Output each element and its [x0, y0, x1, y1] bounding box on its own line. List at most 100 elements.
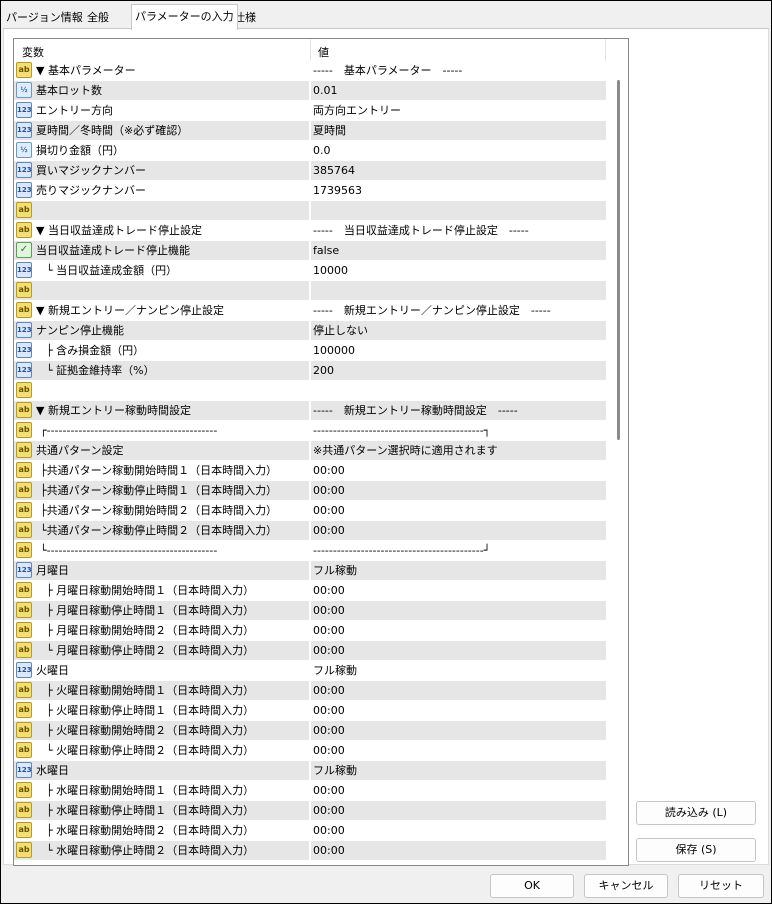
- parameter-row[interactable]: ab ├共通パターン稼動停止時間１（日本時間入力） 00:00: [14, 481, 606, 501]
- parameter-row[interactable]: 123 売りマジックナンバー 1739563: [14, 181, 606, 201]
- parameter-row[interactable]: 123 夏時間／冬時間（※必ず確認） 夏時間: [14, 121, 606, 141]
- parameter-name-cell[interactable]: 123 ナンピン停止機能: [14, 321, 309, 340]
- parameter-value-cell[interactable]: 00:00: [311, 641, 606, 660]
- parameter-row[interactable]: ab: [14, 381, 606, 401]
- ok-button[interactable]: OK: [490, 874, 574, 898]
- parameter-name-cell[interactable]: ab: [14, 281, 309, 300]
- parameter-value[interactable]: 385764: [313, 164, 355, 177]
- parameter-name-cell[interactable]: ab ├共通パターン稼動開始時間２（日本時間入力）: [14, 501, 309, 520]
- parameter-name-cell[interactable]: 123 水曜日: [14, 761, 309, 780]
- parameter-value-cell[interactable]: 100000: [311, 341, 606, 360]
- column-header-value[interactable]: 値: [318, 44, 329, 60]
- parameter-row[interactable]: 123 ナンピン停止機能 停止しない: [14, 321, 606, 341]
- parameter-value-cell[interactable]: 00:00: [311, 521, 606, 540]
- parameter-row[interactable]: ½ 基本ロット数 0.01: [14, 81, 606, 101]
- parameter-value-cell[interactable]: 00:00: [311, 841, 606, 860]
- column-divider[interactable]: [310, 39, 311, 61]
- parameter-value[interactable]: 00:00: [313, 624, 345, 637]
- parameter-row[interactable]: ✓ 当日収益達成トレード停止機能 false: [14, 241, 606, 261]
- parameter-row[interactable]: ab ▼ 新規エントリー稼動時間設定 ----- 新規エントリー稼動時間設定 ---…: [14, 401, 606, 421]
- parameter-value[interactable]: フル稼動: [313, 564, 357, 577]
- parameter-row[interactable]: ab ├ 火曜日稼動停止時間１（日本時間入力） 00:00: [14, 701, 606, 721]
- parameter-name-cell[interactable]: ab └-------------------------------------…: [14, 541, 309, 560]
- parameter-value-cell[interactable]: 00:00: [311, 501, 606, 520]
- parameter-value-cell[interactable]: 00:00: [311, 721, 606, 740]
- parameter-row[interactable]: 123 └ 証拠金維持率（%） 200: [14, 361, 606, 381]
- parameter-name-cell[interactable]: ab ├ 水曜日稼動開始時間１（日本時間入力）: [14, 781, 309, 800]
- load-button[interactable]: 読み込み (L): [636, 801, 756, 825]
- parameter-row[interactable]: 123 月曜日 フル稼動: [14, 561, 606, 581]
- parameter-value[interactable]: 1739563: [313, 184, 362, 197]
- parameter-value[interactable]: 10000: [313, 264, 348, 277]
- parameter-value[interactable]: 00:00: [313, 464, 345, 477]
- parameter-row[interactable]: 123 ├ 含み損金額（円） 100000: [14, 341, 606, 361]
- parameter-row[interactable]: ab ▼ 新規エントリー／ナンピン停止設定 ----- 新規エントリー／ナンピン停止…: [14, 301, 606, 321]
- parameter-value-cell[interactable]: フル稼動: [311, 661, 606, 680]
- parameter-name-cell[interactable]: 123 夏時間／冬時間（※必ず確認）: [14, 121, 309, 140]
- vertical-scrollbar[interactable]: [610, 61, 627, 864]
- parameter-value[interactable]: ----------------------------------------…: [313, 544, 490, 557]
- parameter-row[interactable]: 123 買いマジックナンバー 385764: [14, 161, 606, 181]
- parameter-row[interactable]: ab ├ 月曜日稼動停止時間１（日本時間入力） 00:00: [14, 601, 606, 621]
- parameter-value-cell[interactable]: 00:00: [311, 621, 606, 640]
- parameter-name-cell[interactable]: 123 エントリー方向: [14, 101, 309, 120]
- parameter-value[interactable]: ※共通パターン選択時に適用されます: [313, 444, 498, 457]
- parameter-value-cell[interactable]: 00:00: [311, 461, 606, 480]
- parameter-value[interactable]: 00:00: [313, 484, 345, 497]
- parameter-value[interactable]: フル稼動: [313, 764, 357, 777]
- parameter-name-cell[interactable]: ab └ 火曜日稼動停止時間２（日本時間入力）: [14, 741, 309, 760]
- parameter-value-cell[interactable]: 00:00: [311, 821, 606, 840]
- parameter-row[interactable]: ab └-------------------------------------…: [14, 541, 606, 561]
- parameter-row[interactable]: 123 エントリー方向 両方向エントリー: [14, 101, 606, 121]
- parameter-value-cell[interactable]: false: [311, 241, 606, 260]
- parameter-name-cell[interactable]: ab ├ 火曜日稼動開始時間２（日本時間入力）: [14, 721, 309, 740]
- parameter-value[interactable]: 00:00: [313, 504, 345, 517]
- parameter-value-cell[interactable]: 10000: [311, 261, 606, 280]
- save-button[interactable]: 保存 (S): [636, 838, 756, 862]
- parameter-name-cell[interactable]: ab ├ 月曜日稼動開始時間１（日本時間入力）: [14, 581, 309, 600]
- parameter-name-cell[interactable]: ab ├ 水曜日稼動停止時間１（日本時間入力）: [14, 801, 309, 820]
- parameter-value[interactable]: 00:00: [313, 604, 345, 617]
- parameter-value[interactable]: フル稼動: [313, 664, 357, 677]
- parameter-value-cell[interactable]: フル稼動: [311, 761, 606, 780]
- parameter-row[interactable]: ab └ 火曜日稼動停止時間２（日本時間入力） 00:00: [14, 741, 606, 761]
- parameter-row[interactable]: ab 共通パターン設定 ※共通パターン選択時に適用されます: [14, 441, 606, 461]
- parameter-value-cell[interactable]: [311, 201, 606, 220]
- parameter-value-cell[interactable]: 00:00: [311, 701, 606, 720]
- parameter-value-cell[interactable]: 00:00: [311, 481, 606, 500]
- parameter-value[interactable]: 00:00: [313, 744, 345, 757]
- parameter-value[interactable]: 00:00: [313, 784, 345, 797]
- parameter-name-cell[interactable]: ab ├共通パターン稼動開始時間１（日本時間入力）: [14, 461, 309, 480]
- parameter-row[interactable]: 123 水曜日 フル稼動: [14, 761, 606, 781]
- parameter-name-cell[interactable]: ab ▼ 新規エントリー稼動時間設定: [14, 401, 309, 420]
- parameter-value[interactable]: 00:00: [313, 824, 345, 837]
- parameter-name-cell[interactable]: ab: [14, 201, 309, 220]
- parameter-value[interactable]: 夏時間: [313, 124, 346, 137]
- parameter-name-cell[interactable]: ab: [14, 381, 309, 400]
- parameter-name-cell[interactable]: ab └ 水曜日稼動停止時間２（日本時間入力）: [14, 841, 309, 860]
- parameter-row[interactable]: ab ├ 月曜日稼動開始時間１（日本時間入力） 00:00: [14, 581, 606, 601]
- tab-parameter-input[interactable]: パラメーターの入力: [131, 4, 238, 30]
- parameter-value-cell[interactable]: [311, 281, 606, 300]
- parameter-value-cell[interactable]: ----------------------------------------…: [311, 421, 606, 440]
- parameter-name-cell[interactable]: ab ▼ 基本パラメーター: [14, 61, 309, 80]
- parameter-value-cell[interactable]: 0.0: [311, 141, 606, 160]
- parameter-value[interactable]: 00:00: [313, 804, 345, 817]
- parameter-value-cell[interactable]: 00:00: [311, 781, 606, 800]
- scrollbar-thumb[interactable]: [617, 80, 620, 440]
- parameter-name-cell[interactable]: 123 買いマジックナンバー: [14, 161, 309, 180]
- parameter-value-cell[interactable]: ----- 新規エントリー／ナンピン停止設定 -----: [311, 301, 606, 320]
- parameter-value-cell[interactable]: ----- 新規エントリー稼動時間設定 -----: [311, 401, 606, 420]
- parameter-row[interactable]: ab ├共通パターン稼動開始時間１（日本時間入力） 00:00: [14, 461, 606, 481]
- parameter-value[interactable]: false: [313, 244, 339, 257]
- parameter-name-cell[interactable]: ab ▼ 新規エントリー／ナンピン停止設定: [14, 301, 309, 320]
- parameter-row[interactable]: 123 火曜日 フル稼動: [14, 661, 606, 681]
- parameter-row[interactable]: 123 └ 当日収益達成金額（円） 10000: [14, 261, 606, 281]
- parameter-value-cell[interactable]: 00:00: [311, 801, 606, 820]
- parameter-name-cell[interactable]: 123 ├ 含み損金額（円）: [14, 341, 309, 360]
- parameter-value-cell[interactable]: 385764: [311, 161, 606, 180]
- parameter-row[interactable]: ab ├ 月曜日稼動開始時間２（日本時間入力） 00:00: [14, 621, 606, 641]
- parameter-value[interactable]: 00:00: [313, 584, 345, 597]
- parameter-name-cell[interactable]: 123 └ 当日収益達成金額（円）: [14, 261, 309, 280]
- parameter-name-cell[interactable]: ab 共通パターン設定: [14, 441, 309, 460]
